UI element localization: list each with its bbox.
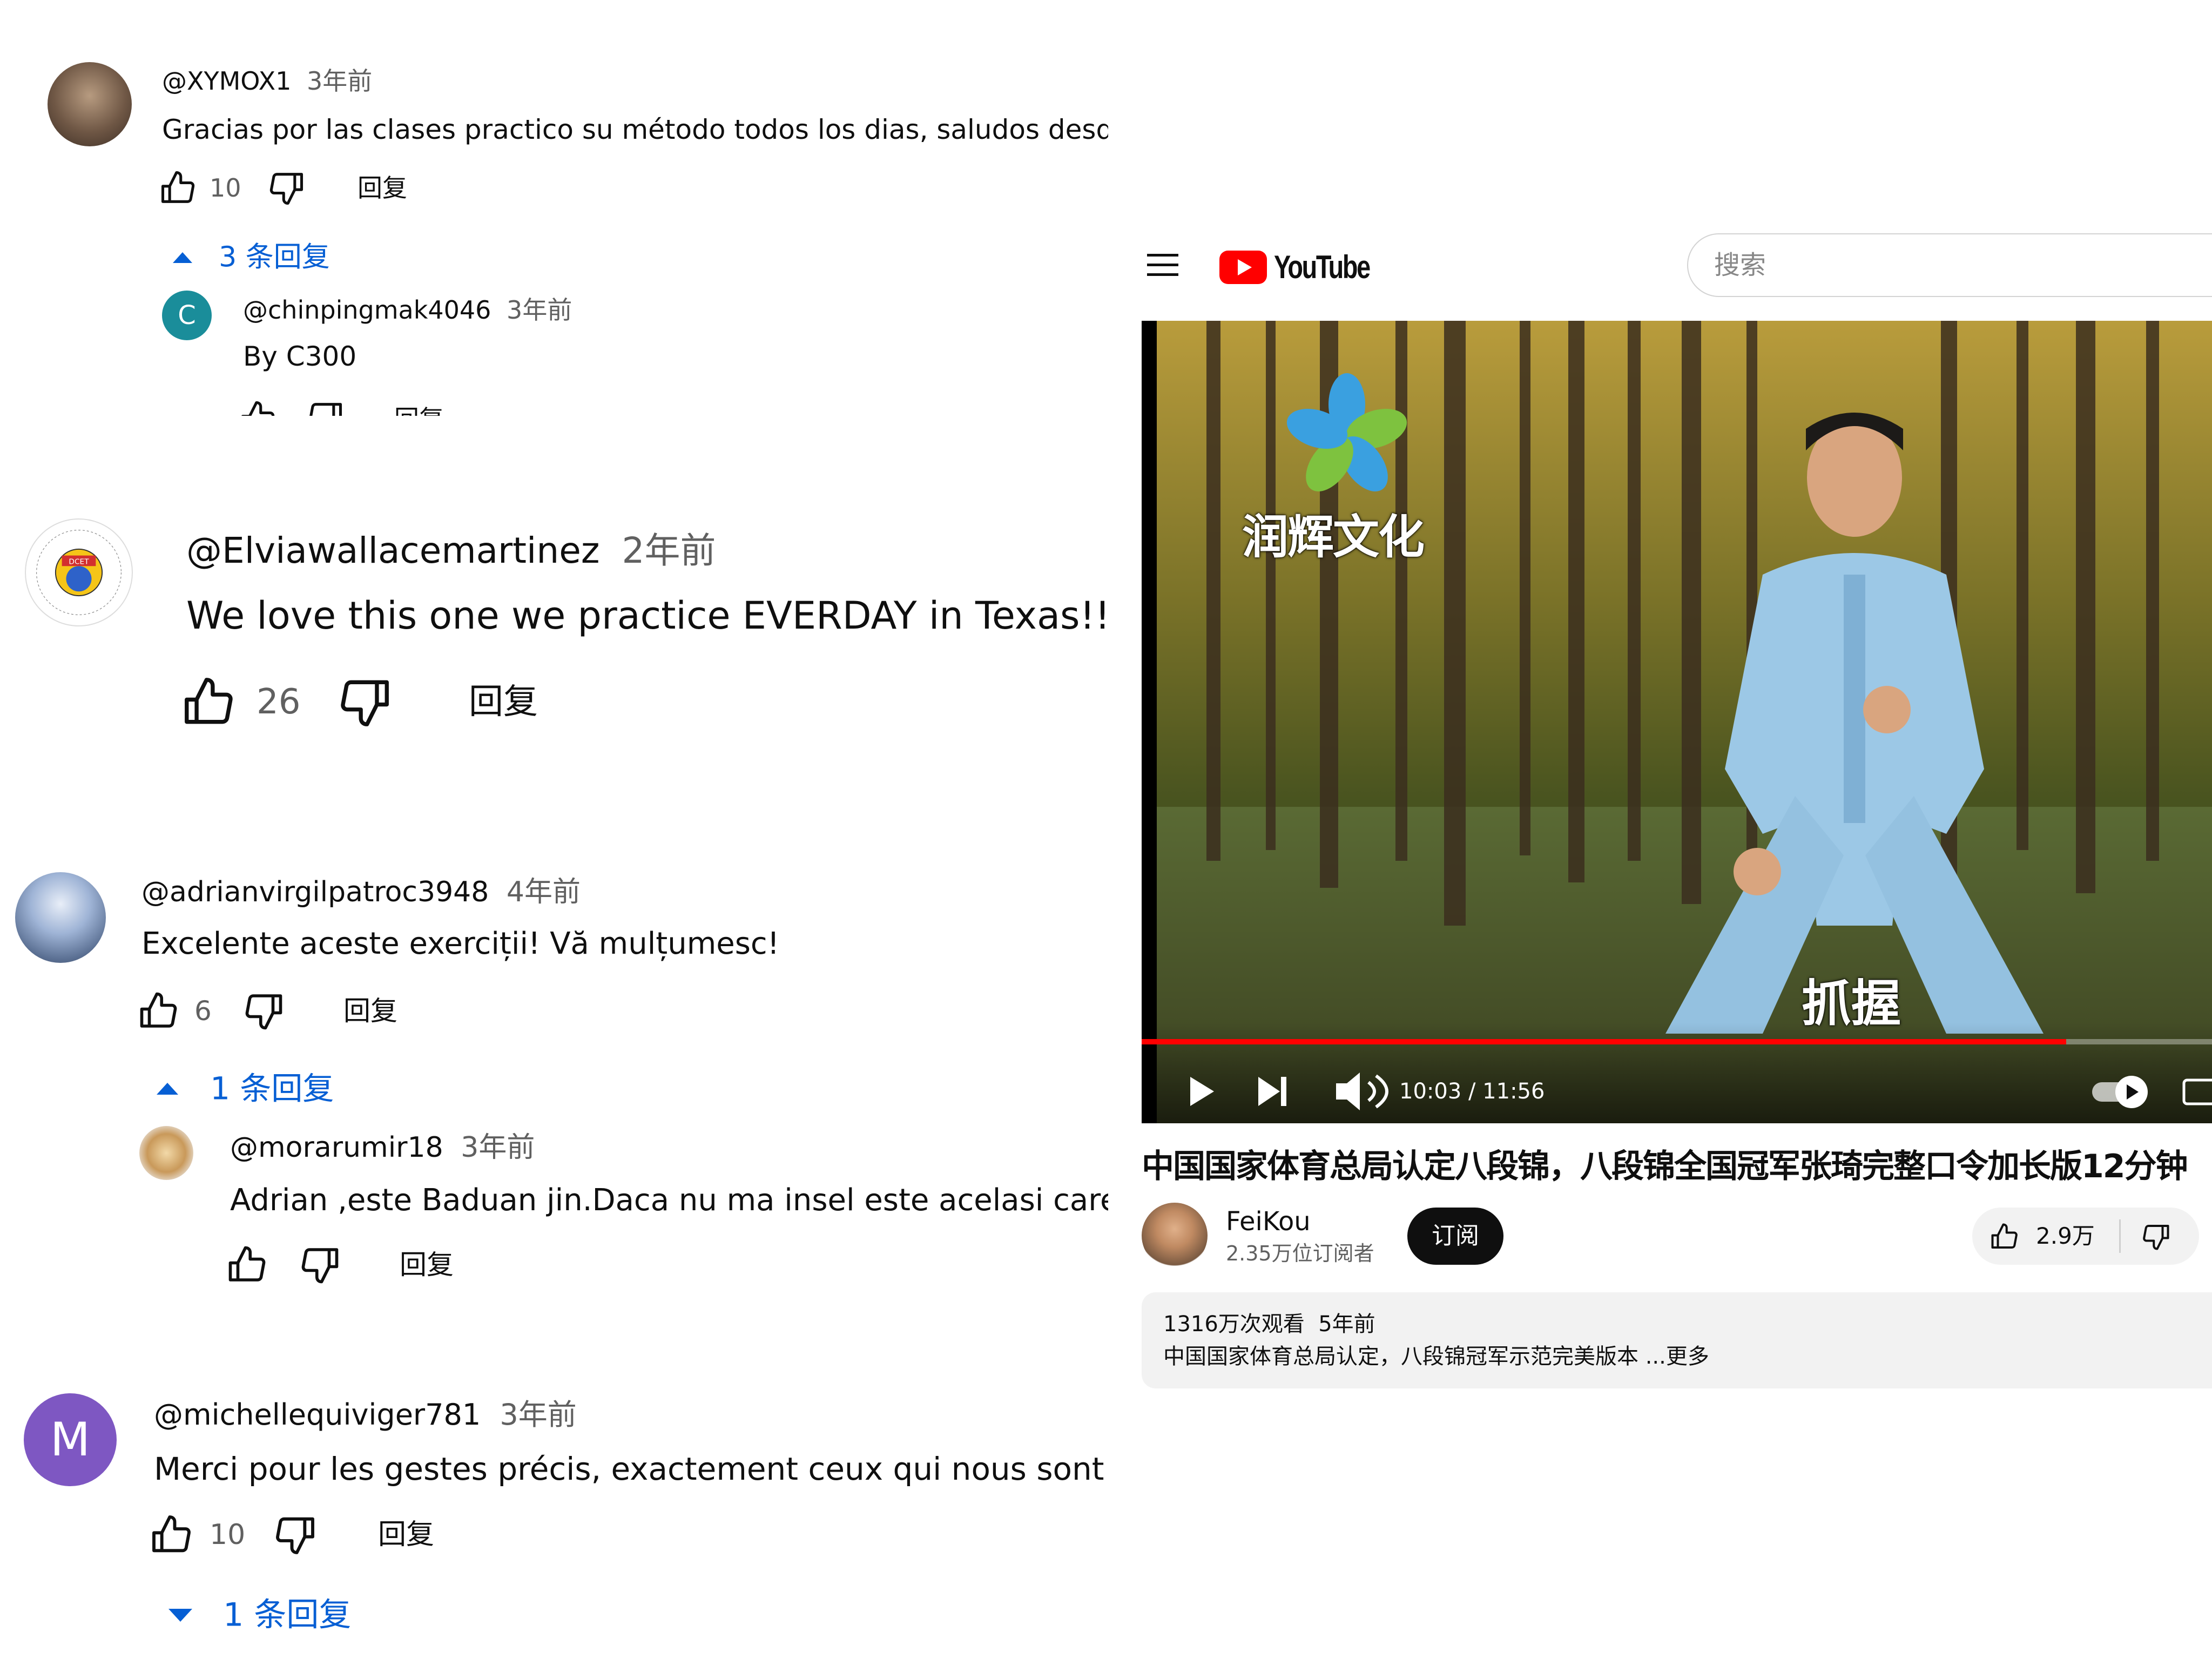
reply-button[interactable]: 回复 (343, 988, 397, 1034)
reply-age[interactable]: 3年前 (461, 1131, 535, 1164)
channel-name[interactable]: FeiKou (1226, 1204, 1311, 1239)
comment-author[interactable]: @michellequiviger781 (154, 1398, 481, 1432)
menu-icon[interactable] (1147, 253, 1178, 278)
reply-text: By C300 (243, 341, 357, 372)
pill-divider (2119, 1219, 2121, 1253)
channel-avatar[interactable] (1142, 1203, 1208, 1269)
reply-button[interactable]: 回复 (469, 672, 538, 732)
avatar-badge-text: DCET (69, 557, 89, 566)
like-icon[interactable] (238, 397, 279, 416)
subscriber-count: 2.35万位订阅者 (1226, 1242, 1374, 1265)
like-count: 6 (194, 995, 212, 1027)
youtube-play-icon (1219, 250, 1267, 284)
description-box[interactable]: 1316万次观看 5年前 中国国家体育总局认定，八段锦冠军示范完美版本 ...更… (1142, 1292, 2212, 1388)
comment-text: We love this one we practice EVERDAY in … (186, 594, 1110, 638)
dislike-icon[interactable] (297, 1242, 342, 1287)
dislike-icon[interactable] (271, 1511, 319, 1559)
dislike-icon[interactable] (305, 397, 346, 416)
search-box[interactable]: 搜索 (1687, 233, 2212, 297)
reply-text: Adrian ,este Baduan jin.Daca nu ma insel… (230, 1183, 1108, 1218)
avatar[interactable]: DCET (25, 518, 133, 626)
reply-button[interactable]: 回复 (394, 399, 444, 416)
like-count: 26 (257, 682, 301, 722)
caret-down-icon (168, 1608, 192, 1622)
avatar[interactable]: M (24, 1393, 117, 1486)
comment-author[interactable]: @adrianvirgilpatroc3948 (141, 876, 489, 908)
dislike-icon[interactable] (335, 672, 394, 732)
like-icon[interactable] (225, 1242, 270, 1287)
comment-author[interactable]: @XYMOX1 (162, 66, 291, 96)
time-display: 10:03 / 11:56 (1399, 1079, 1545, 1104)
comment-text: Merci pour les gestes précis, exactement… (154, 1451, 1108, 1487)
reply-age[interactable]: 3年前 (507, 295, 572, 325)
reply-button[interactable]: 回复 (400, 1242, 454, 1287)
search-input[interactable]: 搜索 (1714, 234, 1766, 296)
progress-fill (1142, 1039, 2067, 1044)
replies-toggle[interactable]: 1 条回复 (157, 1065, 334, 1111)
video-title: 中国国家体育总局认定八段锦，八段锦全国冠军张琦完整口令加长版12分钟 (1142, 1148, 2188, 1185)
description-text: 中国国家体育总局认定，八段锦冠军示范完美版本 ...更多 (1163, 1344, 1709, 1369)
replies-toggle[interactable]: 1 条回复 (168, 1590, 351, 1639)
dislike-icon[interactable] (241, 988, 286, 1034)
video-watermark: 润辉文化 (1242, 510, 1425, 564)
like-icon[interactable] (136, 988, 181, 1034)
reply-author[interactable]: @chinpingmak4046 (243, 295, 491, 325)
avatar[interactable]: C (162, 291, 212, 340)
caret-up-icon (157, 1082, 178, 1095)
comment-age[interactable]: 3年前 (500, 1398, 576, 1432)
avatar[interactable] (48, 62, 132, 146)
like-dislike-pill: 2.9万 (1972, 1208, 2199, 1265)
progress-bar[interactable] (1142, 1039, 2212, 1044)
reply-author[interactable]: @morarumir18 (230, 1131, 443, 1164)
comment-age[interactable]: 4年前 (507, 876, 581, 908)
avatar[interactable] (15, 872, 106, 963)
replies-toggle[interactable]: 3 条回复 (173, 235, 330, 279)
reply-button[interactable]: 回复 (378, 1511, 434, 1559)
like-count: 10 (210, 1519, 246, 1551)
like-icon[interactable] (1988, 1220, 2021, 1253)
comment-text: Gracias por las clases practico su métod… (162, 114, 1108, 145)
comment-age[interactable]: 3年前 (307, 66, 372, 96)
view-count-and-age: 1316万次观看 5年前 (1163, 1312, 1375, 1337)
dislike-icon[interactable] (2140, 1220, 2172, 1253)
reply-button[interactable]: 回复 (358, 167, 407, 208)
subscribe-button[interactable]: 订阅 (1407, 1208, 1503, 1265)
caret-up-icon (173, 252, 192, 263)
like-icon[interactable] (158, 167, 199, 208)
video-frame (1142, 321, 2212, 1123)
comment-age[interactable]: 2年前 (622, 530, 716, 571)
dislike-icon[interactable] (266, 167, 307, 208)
like-icon[interactable] (148, 1511, 195, 1559)
video-caption: 抓握 (1802, 975, 1901, 1033)
reply-actions-clipped: 回复 (238, 394, 464, 416)
like-count: 10 (210, 173, 241, 203)
youtube-logo[interactable]: YouTube (1219, 248, 1397, 285)
avatar[interactable] (139, 1126, 193, 1180)
like-icon[interactable] (179, 672, 239, 732)
comment-text: Excelente aceste exerciții! Vă mulțumesc… (141, 926, 780, 961)
comment-author[interactable]: @Elviawallacemartinez (186, 530, 599, 571)
video-player[interactable]: 润辉文化 抓握 10:03 / 11:56 (1142, 321, 2212, 1123)
video-like-count: 2.9万 (2036, 1223, 2095, 1249)
